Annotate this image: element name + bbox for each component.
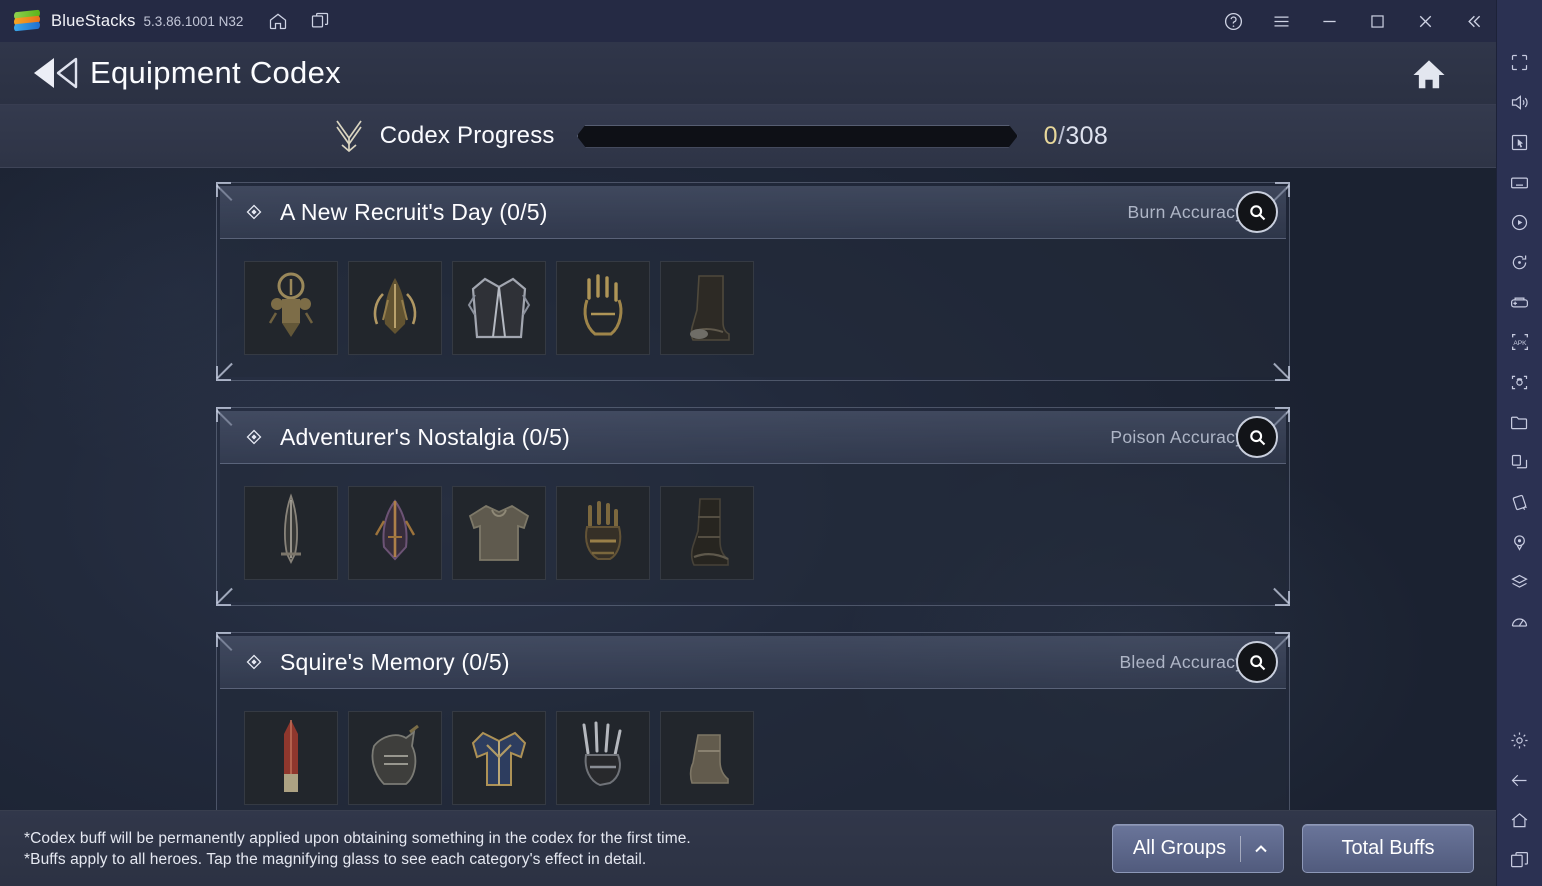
total-buffs-button[interactable]: Total Buffs — [1302, 824, 1474, 873]
diamond-icon — [246, 429, 262, 445]
titlebar-home-icon[interactable] — [261, 4, 295, 38]
codex-header: Equipment Codex — [0, 42, 1496, 105]
codex-group-card[interactable]: Squire's Memory (0/5) Bleed Accuracy +0 — [216, 632, 1290, 831]
fullscreen-icon[interactable] — [1500, 42, 1540, 82]
help-icon[interactable] — [1216, 4, 1250, 38]
svg-text:APK: APK — [1513, 340, 1527, 347]
bluestacks-app-name: BlueStacks — [51, 11, 136, 30]
minimize-icon[interactable] — [1312, 4, 1346, 38]
bluestacks-logo-icon — [14, 9, 40, 32]
screenshot-icon[interactable] — [1500, 362, 1540, 402]
codex-item-row — [220, 464, 1286, 602]
layers-icon[interactable] — [1500, 562, 1540, 602]
bluestacks-version: 5.3.86.1001 N32 — [143, 13, 244, 29]
close-icon[interactable] — [1408, 4, 1442, 38]
all-groups-dropdown[interactable]: All Groups — [1112, 824, 1284, 873]
codex-item-row — [220, 239, 1286, 377]
codex-group-title: A New Recruit's Day (0/5) — [280, 198, 548, 225]
speed-meter-icon[interactable] — [1500, 602, 1540, 642]
codex-item-gloves-claw[interactable] — [556, 711, 650, 805]
corner-ornament — [216, 366, 231, 381]
page-title: Equipment Codex — [90, 55, 341, 90]
gamepad-icon[interactable] — [1500, 282, 1540, 322]
codex-item-helmet-visor[interactable] — [348, 711, 442, 805]
recents-icon[interactable] — [1500, 840, 1540, 880]
chevron-up-icon — [1241, 839, 1281, 859]
codex-item-gloves-gilded[interactable] — [556, 261, 650, 355]
cursor-icon[interactable] — [1500, 122, 1540, 162]
game-home-button[interactable] — [1406, 52, 1452, 96]
bluestacks-titlebar: BlueStacks 5.3.86.1001 N32 — [0, 0, 1496, 42]
footer-notes: *Codex buff will be permanently applied … — [24, 828, 691, 870]
macro-play-icon[interactable] — [1500, 202, 1540, 242]
codex-progress-count: 0/308 — [1044, 122, 1109, 151]
search-icon[interactable] — [1236, 641, 1278, 683]
search-icon[interactable] — [1236, 416, 1278, 458]
codex-group-header: Squire's Memory (0/5) Bleed Accuracy +0 — [220, 636, 1286, 689]
game-viewport: Equipment Codex Codex Progress 0/308 A N… — [0, 42, 1496, 886]
codex-item-weapon-blade[interactable] — [244, 486, 338, 580]
location-icon[interactable] — [1500, 522, 1540, 562]
codex-progress-bar — [577, 125, 1018, 148]
back-icon[interactable] — [1500, 760, 1540, 800]
search-icon[interactable] — [1236, 191, 1278, 233]
codex-item-helmet-crest[interactable] — [348, 486, 442, 580]
codex-progress-total: 308 — [1065, 121, 1109, 150]
codex-group-card[interactable]: Adventurer's Nostalgia (0/5) Poison Accu… — [216, 407, 1290, 606]
settings-gear-icon[interactable] — [1500, 720, 1540, 760]
android-home-icon[interactable] — [1500, 800, 1540, 840]
codex-item-row — [220, 689, 1286, 827]
codex-item-chest-tunic[interactable] — [452, 486, 546, 580]
codex-item-boots-tall[interactable] — [660, 486, 754, 580]
codex-scroll-area[interactable]: A New Recruit's Day (0/5) Burn Accuracy … — [0, 168, 1496, 840]
codex-group-title: Adventurer's Nostalgia (0/5) — [280, 423, 570, 450]
apk-install-icon[interactable]: APK — [1500, 322, 1540, 362]
volume-icon[interactable] — [1500, 82, 1540, 122]
codex-progress-label: Codex Progress — [379, 122, 555, 149]
codex-item-boots-short[interactable] — [660, 711, 754, 805]
total-buffs-label: Total Buffs — [1341, 837, 1435, 859]
footer-buttons: All Groups Total Buffs — [1112, 824, 1474, 873]
codex-group-card[interactable]: A New Recruit's Day (0/5) Burn Accuracy … — [216, 182, 1290, 381]
codex-footer: *Codex buff will be permanently applied … — [0, 810, 1496, 886]
corner-ornament — [1275, 366, 1290, 381]
menu-icon[interactable] — [1264, 4, 1298, 38]
codex-group-list: A New Recruit's Day (0/5) Burn Accuracy … — [0, 168, 1496, 831]
bluestacks-sidebar: APK — [1496, 0, 1542, 886]
codex-item-boots-leather[interactable] — [660, 261, 754, 355]
maximize-icon[interactable] — [1360, 4, 1394, 38]
codex-item-gloves-plated[interactable] — [556, 486, 650, 580]
rotate-icon[interactable] — [1500, 242, 1540, 282]
codex-item-weapon-sword-red[interactable] — [244, 711, 338, 805]
crossed-swords-icon — [332, 117, 366, 155]
codex-progress-row: Codex Progress 0/308 — [0, 105, 1496, 168]
footer-note-line-1: *Codex buff will be permanently applied … — [24, 829, 691, 847]
codex-item-chest-pauldron[interactable] — [452, 711, 546, 805]
collapse-sidebar-icon[interactable] — [1456, 4, 1490, 38]
keyboard-icon[interactable] — [1500, 162, 1540, 202]
multi-instance-manager-icon[interactable] — [1500, 442, 1540, 482]
media-folder-icon[interactable] — [1500, 402, 1540, 442]
codex-group-header: A New Recruit's Day (0/5) Burn Accuracy … — [220, 186, 1286, 239]
shake-icon[interactable] — [1500, 482, 1540, 522]
codex-item-helmet-winged[interactable] — [348, 261, 442, 355]
diamond-icon — [246, 204, 262, 220]
window-controls — [1202, 0, 1496, 42]
all-groups-label: All Groups — [1132, 837, 1227, 859]
codex-progress-separator: / — [1057, 121, 1066, 150]
codex-progress-current: 0 — [1043, 121, 1058, 150]
codex-item-helmet-ornate[interactable] — [244, 261, 338, 355]
titlebar-multi-instance-icon[interactable] — [303, 4, 337, 38]
corner-ornament — [1275, 591, 1290, 606]
back-button[interactable] — [32, 53, 84, 93]
diamond-icon — [246, 654, 262, 670]
app-root: BlueStacks 5.3.86.1001 N32 Equipment Cod… — [0, 0, 1542, 886]
codex-group-title: Squire's Memory (0/5) — [280, 648, 510, 675]
footer-note-line-2: *Buffs apply to all heroes. Tap the magn… — [24, 850, 647, 868]
corner-ornament — [216, 591, 231, 606]
codex-item-chest-robe[interactable] — [452, 261, 546, 355]
codex-group-header: Adventurer's Nostalgia (0/5) Poison Accu… — [220, 411, 1286, 464]
